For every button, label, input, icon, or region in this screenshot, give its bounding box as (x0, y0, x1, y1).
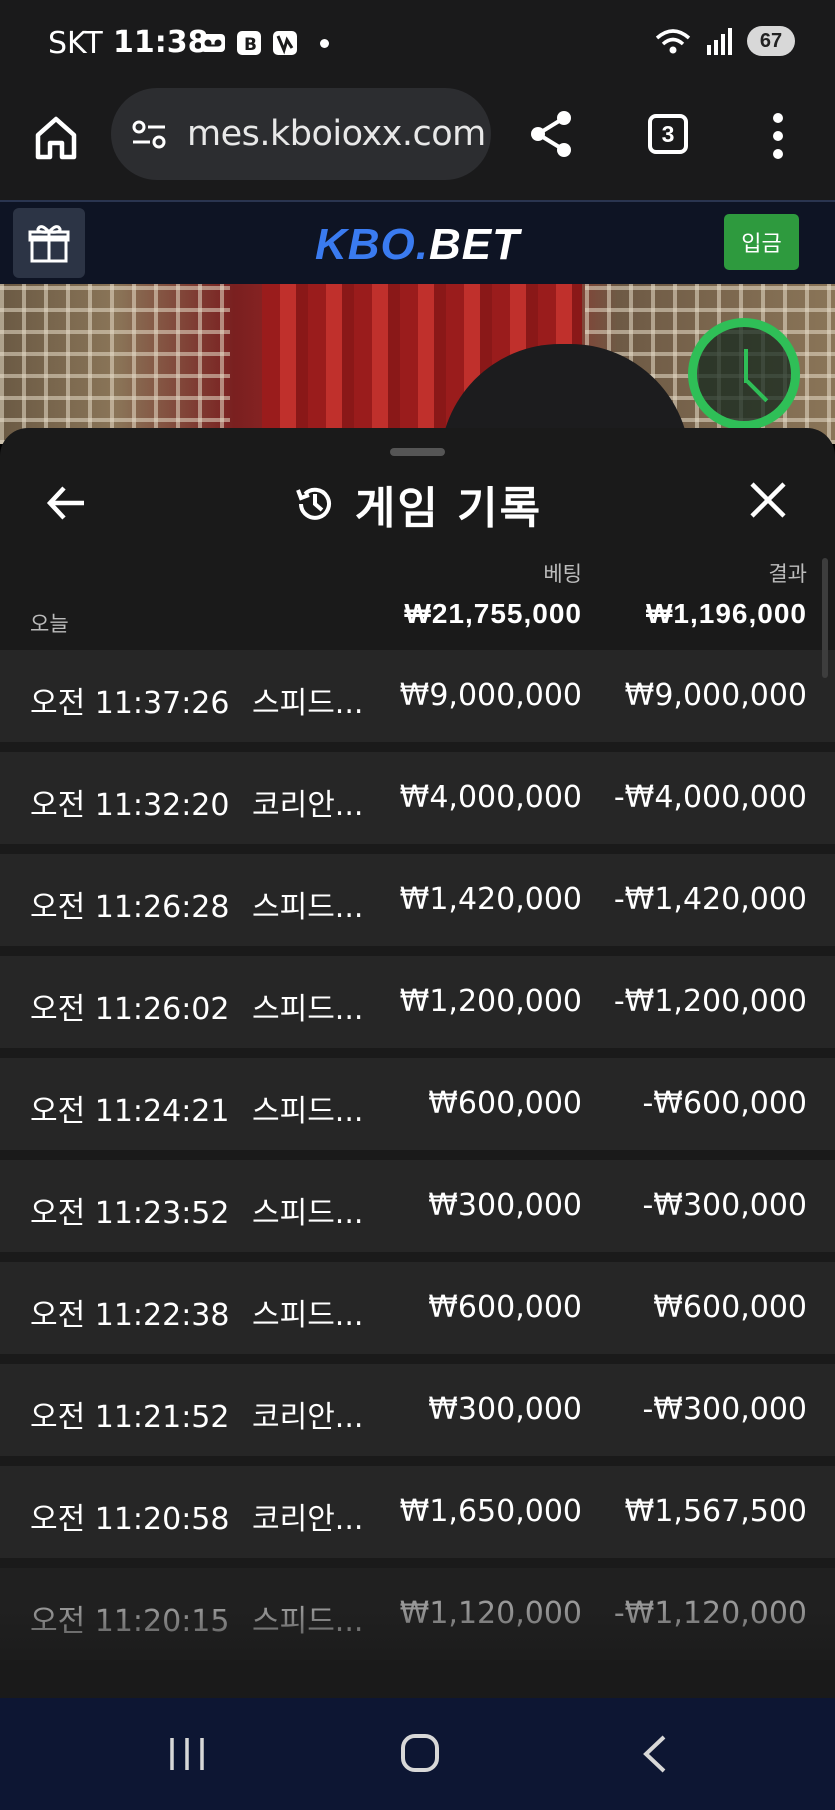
row-time: 오전 11:32:20 (30, 788, 230, 823)
deposit-button[interactable]: 입금 (724, 214, 799, 270)
nav-home-icon[interactable] (401, 1734, 439, 1772)
row-game: 스피드... (252, 992, 364, 1027)
more-notifications-dot (320, 38, 329, 48)
history-row[interactable]: 오전 11:26:28 스피드... ₩1,420,000 -₩1,420,00… (0, 854, 835, 946)
row-result: ₩1,567,500 (624, 1494, 807, 1529)
lattice-decoration-left (0, 284, 230, 444)
row-result: -₩1,420,000 (613, 882, 807, 917)
timer-icon (688, 318, 800, 430)
system-nav-bar (0, 1698, 835, 1810)
wifi-icon (655, 29, 691, 54)
site-logo[interactable]: KBO.BET (0, 220, 835, 270)
row-time: 오전 11:22:38 (30, 1298, 230, 1333)
history-row[interactable]: 오전 11:20:58 코리안... ₩1,650,000 ₩1,567,500 (0, 1466, 835, 1558)
row-game: 스피드... (252, 1196, 364, 1231)
history-row[interactable]: 오전 11:26:02 스피드... ₩1,200,000 -₩1,200,00… (0, 956, 835, 1048)
row-bet: ₩1,420,000 (399, 882, 582, 917)
row-result: -₩4,000,000 (613, 780, 807, 815)
sheet-title: 게임 기록 (354, 483, 543, 534)
row-game: 스피드... (252, 1094, 364, 1129)
game-history-sheet: 게임 기록 베팅 결과 오늘 ₩21,755,000 ₩1,196,000 오전… (0, 428, 835, 1698)
notification-icons: B (200, 30, 329, 56)
more-menu-icon[interactable] (768, 112, 788, 160)
status-bar: SKT 11:38 B 67 (0, 0, 835, 86)
history-icon (296, 487, 331, 520)
row-time: 오전 11:24:21 (30, 1094, 230, 1129)
nav-back-icon[interactable] (640, 1734, 670, 1774)
history-row[interactable]: 오전 11:32:20 코리안... ₩4,000,000 -₩4,000,00… (0, 752, 835, 844)
column-header-result: 결과 (768, 563, 807, 586)
row-game: 스피드... (252, 1298, 364, 1333)
row-game: 코리안... (252, 1502, 364, 1537)
row-bet: ₩1,200,000 (399, 984, 582, 1019)
row-result: ₩9,000,000 (624, 678, 807, 713)
close-icon[interactable] (748, 480, 788, 520)
tab-count: 3 (661, 120, 675, 147)
row-bet: ₩1,650,000 (399, 1494, 582, 1529)
row-result: -₩600,000 (642, 1086, 807, 1121)
row-bet: ₩300,000 (428, 1188, 582, 1223)
history-row[interactable]: 오전 11:22:38 스피드... ₩600,000 ₩600,000 (0, 1262, 835, 1354)
live-video-background (0, 284, 835, 444)
row-bet: ₩600,000 (428, 1290, 582, 1325)
voicemail-icon (201, 34, 225, 52)
logo-bet: BET (429, 220, 520, 269)
row-time: 오전 11:26:02 (30, 992, 230, 1027)
url-text: mes.kboioxx.com (187, 114, 486, 154)
history-list: 오전 11:37:26 스피드... ₩9,000,000 ₩9,000,000… (0, 650, 835, 1670)
row-result: -₩1,200,000 (613, 984, 807, 1019)
site-header: KBO.BET 입금 (0, 200, 835, 284)
row-time: 오전 11:37:26 (30, 686, 230, 721)
share-icon[interactable] (528, 108, 576, 160)
home-icon[interactable] (30, 111, 82, 163)
row-game: 스피드... (252, 890, 364, 925)
row-time: 오전 11:26:28 (30, 890, 230, 925)
row-bet: ₩300,000 (428, 1392, 582, 1427)
row-result: -₩300,000 (642, 1188, 807, 1223)
signal-icon (707, 28, 732, 55)
app-notification-icon (273, 31, 297, 55)
total-bet-amount: ₩21,755,000 (404, 598, 582, 629)
svg-text:B: B (244, 35, 257, 55)
column-header-bet: 베팅 (543, 563, 582, 586)
address-bar[interactable]: mes.kboioxx.com (111, 88, 491, 180)
history-row[interactable]: 오전 11:23:52 스피드... ₩300,000 -₩300,000 (0, 1160, 835, 1252)
row-bet: ₩9,000,000 (399, 678, 582, 713)
scrollbar[interactable] (822, 558, 828, 678)
history-row[interactable]: 오전 11:37:26 스피드... ₩9,000,000 ₩9,000,000 (0, 650, 835, 742)
history-row[interactable]: 오전 11:21:52 코리안... ₩300,000 -₩300,000 (0, 1364, 835, 1456)
browser-toolbar: mes.kboioxx.com 3 (0, 86, 835, 200)
status-time: 11:38 (113, 25, 209, 60)
battery-indicator: 67 (747, 26, 795, 56)
today-label: 오늘 (30, 613, 69, 636)
sheet-drag-handle[interactable] (390, 448, 445, 456)
row-time: 오전 11:20:58 (30, 1502, 230, 1537)
row-bet: ₩600,000 (428, 1086, 582, 1121)
tabs-icon[interactable]: 3 (648, 114, 688, 154)
site-settings-icon[interactable] (131, 120, 167, 150)
b-app-icon: B (237, 31, 261, 55)
row-game: 코리안... (252, 1400, 364, 1435)
total-result-amount: ₩1,196,000 (646, 598, 807, 629)
row-game: 스피드... (252, 686, 364, 721)
row-bet: ₩4,000,000 (399, 780, 582, 815)
logo-kbo: KBO. (315, 220, 429, 269)
row-time: 오전 11:21:52 (30, 1400, 230, 1435)
row-time: 오전 11:23:52 (30, 1196, 230, 1231)
list-fade-overlay (0, 1608, 835, 1698)
row-game: 코리안... (252, 788, 364, 823)
row-result: ₩600,000 (653, 1290, 807, 1325)
row-result: -₩300,000 (642, 1392, 807, 1427)
carrier-label: SKT (48, 26, 103, 61)
history-row[interactable]: 오전 11:24:21 스피드... ₩600,000 -₩600,000 (0, 1058, 835, 1150)
nav-recent-icon[interactable] (168, 1736, 206, 1772)
